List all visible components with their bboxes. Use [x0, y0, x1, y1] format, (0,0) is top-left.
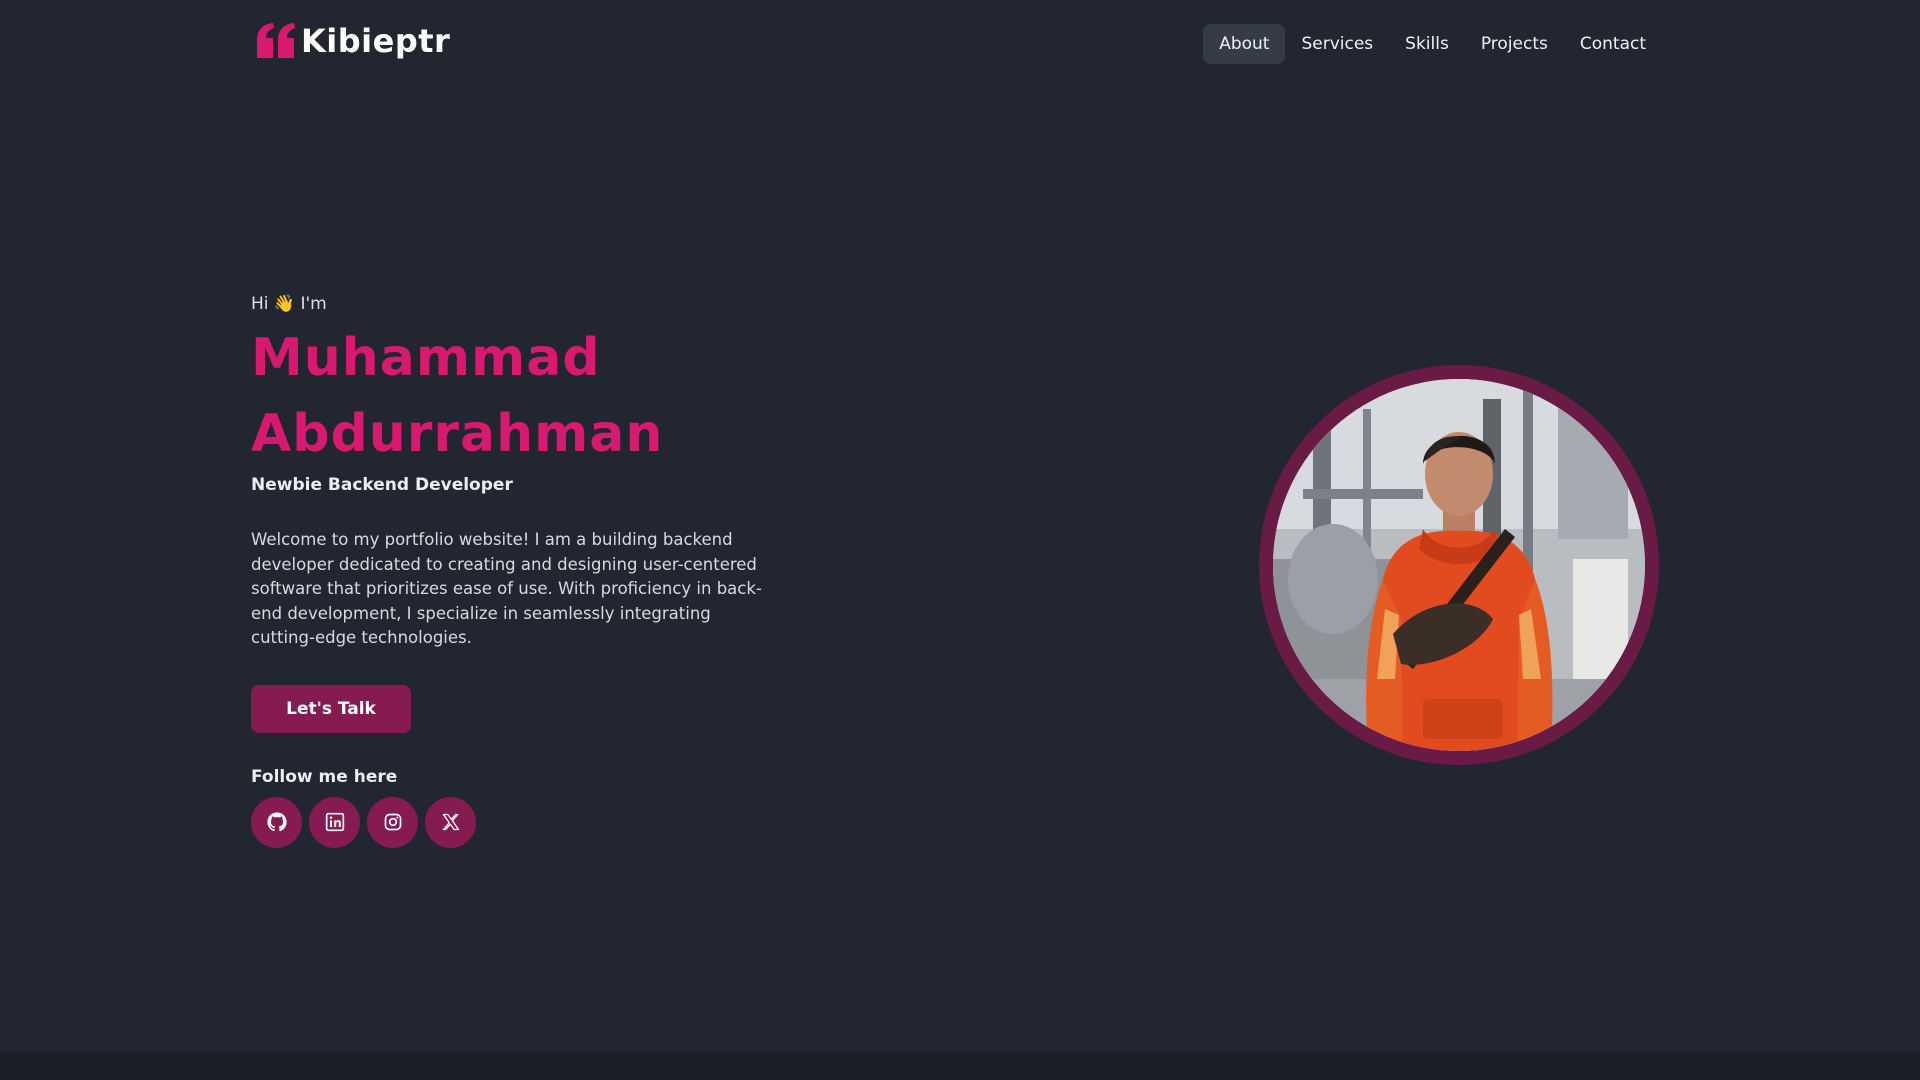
hero-role: Newbie Backend Developer	[251, 475, 513, 495]
social-links	[251, 796, 771, 848]
quote-icon	[257, 23, 295, 58]
avatar	[1273, 379, 1645, 751]
main-nav: About Services Skills Projects Contact	[1203, 24, 1662, 64]
site-header: Kibieptr About Services Skills Projects …	[0, 0, 1920, 86]
github-link[interactable]	[251, 796, 302, 848]
brand-logo[interactable]: Kibieptr	[255, 22, 450, 60]
x-icon	[442, 813, 459, 831]
hero-bio: Welcome to my portfolio website! I am a …	[251, 530, 762, 647]
footer-strip	[0, 1052, 1920, 1080]
greeting-text: Hi 👋 I'm	[251, 294, 327, 314]
instagram-icon	[384, 813, 401, 831]
instagram-link[interactable]	[367, 796, 418, 848]
hero-intro: Hi 👋 I'm Muhammad Abdurrahman Newbie Bac…	[251, 290, 771, 848]
follow-label: Follow me here	[251, 766, 398, 787]
nav-item-contact[interactable]: Contact	[1564, 24, 1662, 64]
x-link[interactable]	[425, 796, 476, 848]
github-icon	[266, 812, 287, 832]
avatar-frame	[1259, 365, 1659, 765]
nav-item-projects[interactable]: Projects	[1465, 24, 1564, 64]
linkedin-icon	[325, 812, 344, 832]
profile-photo	[1273, 379, 1645, 751]
portfolio-page: Kibieptr About Services Skills Projects …	[0, 0, 1920, 1080]
hero-name: Muhammad Abdurrahman	[251, 320, 771, 472]
linkedin-link[interactable]	[309, 796, 360, 848]
nav-item-skills[interactable]: Skills	[1389, 24, 1465, 64]
hero-name-first: Muhammad	[251, 328, 601, 388]
hero-name-last: Abdurrahman	[251, 404, 664, 464]
nav-item-about[interactable]: About	[1203, 24, 1286, 64]
brand-name: Kibieptr	[301, 22, 451, 60]
lets-talk-button[interactable]: Let's Talk	[251, 684, 411, 733]
nav-item-services[interactable]: Services	[1285, 24, 1389, 64]
